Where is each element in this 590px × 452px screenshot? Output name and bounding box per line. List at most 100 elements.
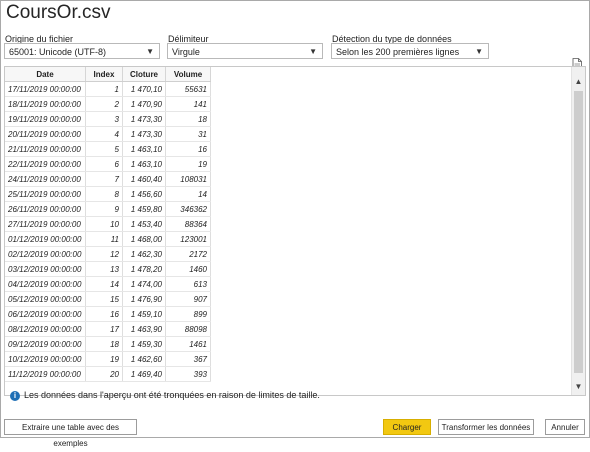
cell-index[interactable]: 16 [85,306,123,322]
vertical-scrollbar[interactable]: ▲ ▼ [571,67,585,395]
cell-cloture[interactable]: 1 462,30 [122,246,166,262]
cell-index[interactable]: 6 [85,156,123,172]
cell-index[interactable]: 7 [85,171,123,187]
cell-date[interactable]: 02/12/2019 00:00:00 [5,246,86,262]
cell-cloture[interactable]: 1 459,30 [122,336,166,352]
cancel-button[interactable]: Annuler [545,419,585,435]
cell-date[interactable]: 21/11/2019 00:00:00 [5,141,86,157]
table-row[interactable]: 04/12/2019 00:00:00 14 1 474,00 613 [5,276,211,292]
cell-date[interactable]: 22/11/2019 00:00:00 [5,156,86,172]
cell-index[interactable]: 15 [85,291,123,307]
cell-date[interactable]: 24/11/2019 00:00:00 [5,171,86,187]
table-row[interactable]: 05/12/2019 00:00:00 15 1 476,90 907 [5,291,211,307]
cell-date[interactable]: 18/11/2019 00:00:00 [5,96,86,112]
load-button[interactable]: Charger [383,419,431,435]
transform-data-button[interactable]: Transformer les données [438,419,534,435]
preview-grid[interactable]: Date Index Cloture Volume 17/11/2019 00:… [4,66,586,396]
table-row[interactable]: 01/12/2019 00:00:00 11 1 468,00 123001 [5,231,211,247]
cell-volume[interactable]: 31 [165,126,211,142]
cell-index[interactable]: 20 [85,366,123,382]
cell-cloture[interactable]: 1 473,30 [122,126,166,142]
cell-date[interactable]: 25/11/2019 00:00:00 [5,186,86,202]
cell-date[interactable]: 11/12/2019 00:00:00 [5,366,86,382]
cell-date[interactable]: 06/12/2019 00:00:00 [5,306,86,322]
cell-index[interactable]: 17 [85,321,123,337]
cell-index[interactable]: 4 [85,126,123,142]
table-row[interactable]: 27/11/2019 00:00:00 10 1 453,40 88364 [5,216,211,232]
cell-cloture[interactable]: 1 456,60 [122,186,166,202]
cell-date[interactable]: 04/12/2019 00:00:00 [5,276,86,292]
cell-volume[interactable]: 108031 [165,171,211,187]
cell-date[interactable]: 26/11/2019 00:00:00 [5,201,86,217]
cell-volume[interactable]: 88364 [165,216,211,232]
cell-index[interactable]: 11 [85,231,123,247]
table-row[interactable]: 17/11/2019 00:00:00 1 1 470,10 55631 [5,81,211,97]
cell-volume[interactable]: 141 [165,96,211,112]
cell-index[interactable]: 2 [85,96,123,112]
cell-volume[interactable]: 19 [165,156,211,172]
cell-volume[interactable]: 367 [165,351,211,367]
table-row[interactable]: 19/11/2019 00:00:00 3 1 473,30 18 [5,111,211,127]
cell-index[interactable]: 9 [85,201,123,217]
cell-cloture[interactable]: 1 470,90 [122,96,166,112]
delimiter-select[interactable]: Virgule ▼ [167,43,323,59]
cell-volume[interactable]: 613 [165,276,211,292]
table-row[interactable]: 18/11/2019 00:00:00 2 1 470,90 141 [5,96,211,112]
cell-cloture[interactable]: 1 460,40 [122,171,166,187]
table-row[interactable]: 08/12/2019 00:00:00 17 1 463,90 88098 [5,321,211,337]
cell-cloture[interactable]: 1 462,60 [122,351,166,367]
cell-cloture[interactable]: 1 463,10 [122,141,166,157]
cell-date[interactable]: 19/11/2019 00:00:00 [5,111,86,127]
column-header-volume[interactable]: Volume [165,67,211,82]
cell-date[interactable]: 08/12/2019 00:00:00 [5,321,86,337]
cell-cloture[interactable]: 1 453,40 [122,216,166,232]
cell-volume[interactable]: 907 [165,291,211,307]
cell-cloture[interactable]: 1 459,10 [122,306,166,322]
column-header-date[interactable]: Date [5,67,86,82]
cell-index[interactable]: 13 [85,261,123,277]
cell-index[interactable]: 5 [85,141,123,157]
cell-volume[interactable]: 2172 [165,246,211,262]
column-header-cloture[interactable]: Cloture [122,67,166,82]
cell-volume[interactable]: 14 [165,186,211,202]
cell-volume[interactable]: 123001 [165,231,211,247]
cell-date[interactable]: 09/12/2019 00:00:00 [5,336,86,352]
cell-cloture[interactable]: 1 476,90 [122,291,166,307]
cell-index[interactable]: 3 [85,111,123,127]
table-row[interactable]: 06/12/2019 00:00:00 16 1 459,10 899 [5,306,211,322]
cell-volume[interactable]: 1461 [165,336,211,352]
cell-date[interactable]: 03/12/2019 00:00:00 [5,261,86,277]
cell-volume[interactable]: 55631 [165,81,211,97]
cell-index[interactable]: 12 [85,246,123,262]
table-row[interactable]: 22/11/2019 00:00:00 6 1 463,10 19 [5,156,211,172]
cell-date[interactable]: 20/11/2019 00:00:00 [5,126,86,142]
cell-index[interactable]: 18 [85,336,123,352]
detection-select[interactable]: Selon les 200 premières lignes ▼ [331,43,489,59]
cell-date[interactable]: 10/12/2019 00:00:00 [5,351,86,367]
origin-select[interactable]: 65001: Unicode (UTF-8) ▼ [4,43,160,59]
table-row[interactable]: 03/12/2019 00:00:00 13 1 478,20 1460 [5,261,211,277]
cell-cloture[interactable]: 1 470,10 [122,81,166,97]
cell-date[interactable]: 17/11/2019 00:00:00 [5,81,86,97]
cell-cloture[interactable]: 1 459,80 [122,201,166,217]
table-row[interactable]: 10/12/2019 00:00:00 19 1 462,60 367 [5,351,211,367]
cell-volume[interactable]: 88098 [165,321,211,337]
cell-volume[interactable]: 16 [165,141,211,157]
cell-cloture[interactable]: 1 463,10 [122,156,166,172]
table-row[interactable]: 24/11/2019 00:00:00 7 1 460,40 108031 [5,171,211,187]
table-row[interactable]: 09/12/2019 00:00:00 18 1 459,30 1461 [5,336,211,352]
cell-volume[interactable]: 18 [165,111,211,127]
cell-cloture[interactable]: 1 469,40 [122,366,166,382]
table-row[interactable]: 11/12/2019 00:00:00 20 1 469,40 393 [5,366,211,382]
cell-volume[interactable]: 346362 [165,201,211,217]
column-header-index[interactable]: Index [85,67,123,82]
cell-cloture[interactable]: 1 474,00 [122,276,166,292]
table-row[interactable]: 26/11/2019 00:00:00 9 1 459,80 346362 [5,201,211,217]
cell-index[interactable]: 19 [85,351,123,367]
cell-cloture[interactable]: 1 478,20 [122,261,166,277]
cell-volume[interactable]: 393 [165,366,211,382]
table-row[interactable]: 20/11/2019 00:00:00 4 1 473,30 31 [5,126,211,142]
chevron-down-icon[interactable]: ▼ [572,382,585,391]
cell-cloture[interactable]: 1 463,90 [122,321,166,337]
cell-index[interactable]: 1 [85,81,123,97]
